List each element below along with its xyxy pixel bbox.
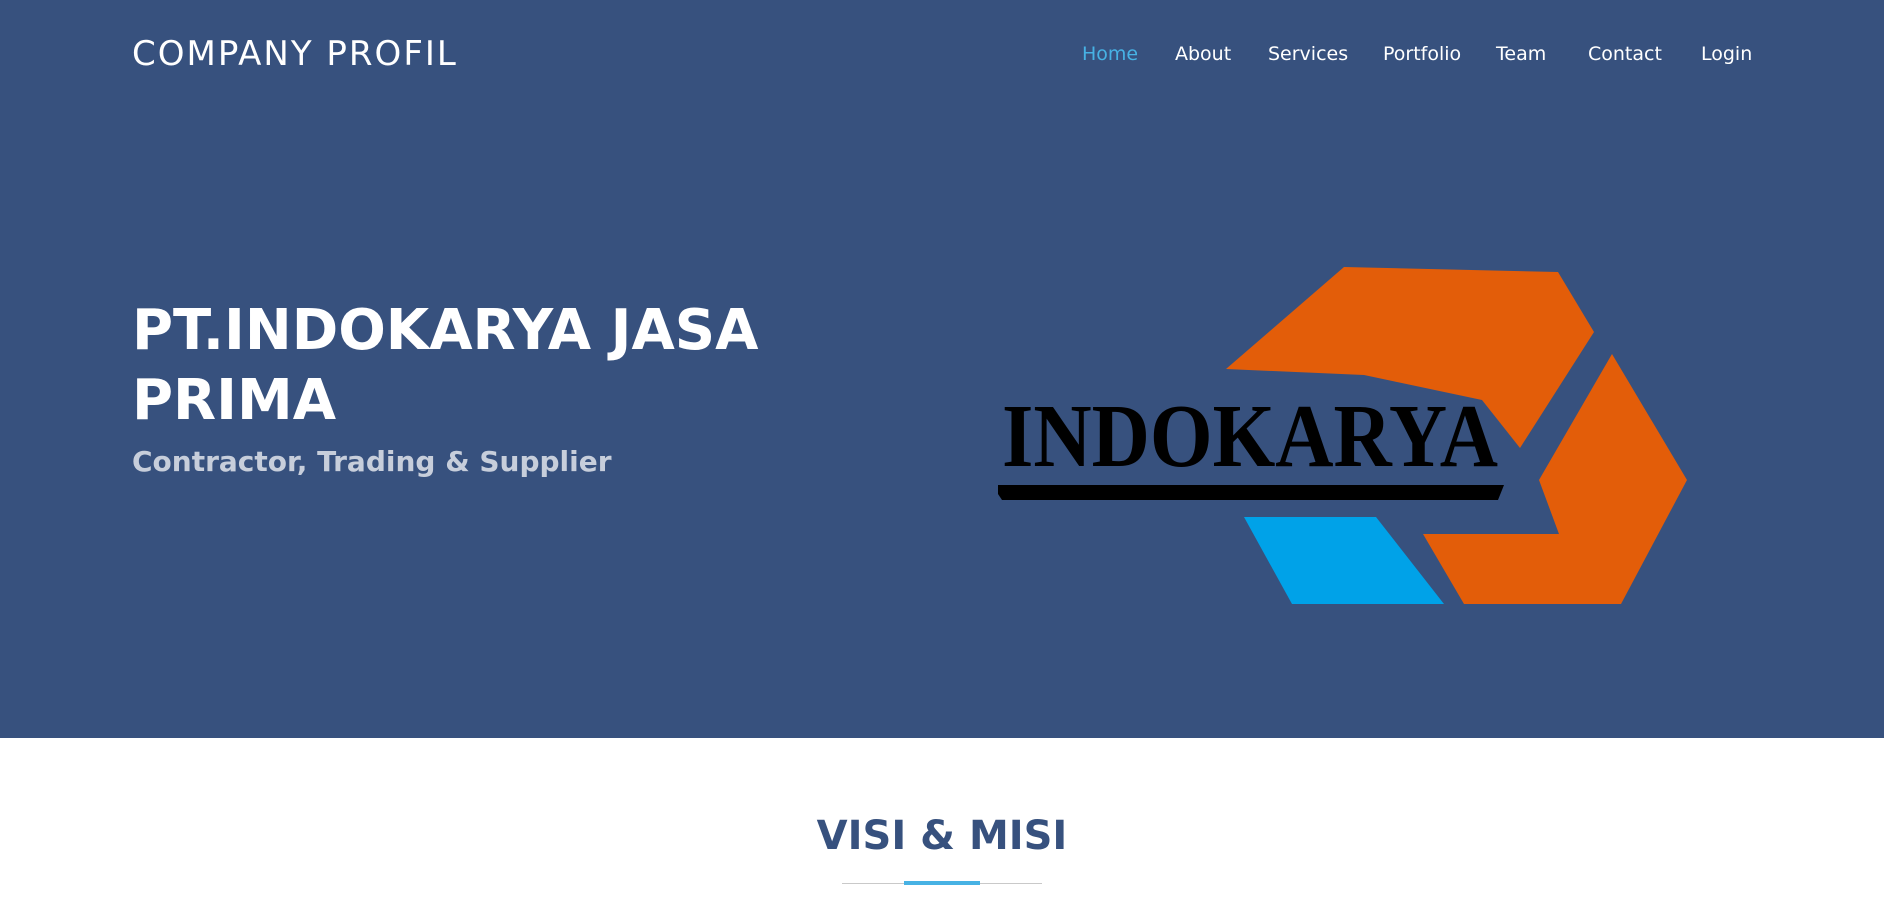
nav-services[interactable]: Services (1268, 40, 1348, 68)
nav-login[interactable]: Login (1701, 40, 1752, 68)
hero-subtitle: Contractor, Trading & Supplier (132, 445, 612, 478)
nav-contact[interactable]: Contact (1588, 40, 1662, 68)
hero-section: COMPANY PROFIL Home About Services Portf… (0, 0, 1884, 738)
logo-wordmark: INDOKARYA (1002, 387, 1498, 486)
nav-home[interactable]: Home (1082, 40, 1138, 68)
logo-underline-bar (998, 485, 1504, 500)
hero-title: PT.INDOKARYA JASA PRIMA (132, 298, 759, 433)
indokarya-logo: INDOKARYA (990, 262, 1690, 614)
section-title-visi-misi: VISI & MISI (816, 813, 1068, 859)
main-nav: Home About Services Portfolio Team Conta… (1060, 40, 1760, 70)
title-accent-bar (904, 881, 980, 885)
logo-blue-shape (1244, 517, 1444, 604)
nav-team[interactable]: Team (1496, 40, 1546, 68)
brand-logo-text[interactable]: COMPANY PROFIL (132, 32, 458, 76)
nav-portfolio[interactable]: Portfolio (1383, 40, 1461, 68)
nav-about[interactable]: About (1175, 40, 1231, 68)
